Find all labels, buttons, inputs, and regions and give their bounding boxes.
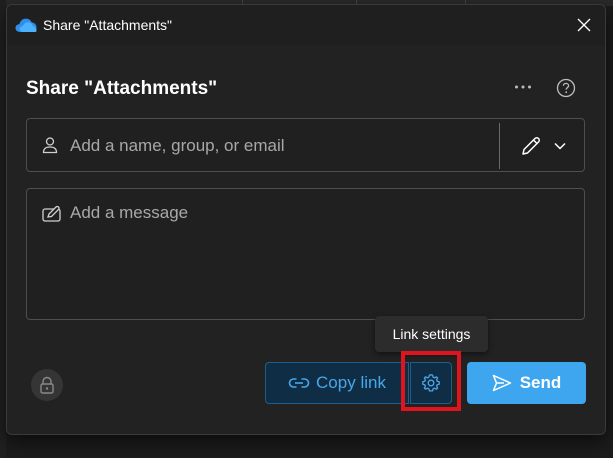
permission-dropdown-button[interactable] (509, 127, 577, 165)
lock-icon (40, 376, 54, 394)
message-field (26, 188, 585, 320)
recipient-input[interactable] (70, 133, 490, 159)
onedrive-cloud-icon (15, 18, 37, 32)
send-button[interactable]: Send (467, 362, 586, 404)
message-input[interactable] (70, 203, 570, 303)
link-settings-tooltip: Link settings (375, 316, 488, 352)
more-horizontal-icon (515, 85, 531, 89)
person-icon (42, 137, 58, 154)
recipient-divider (499, 123, 500, 169)
dialog-heading: Share "Attachments" (26, 78, 218, 99)
copy-link-button[interactable]: Copy link (265, 362, 409, 404)
dialog-content: Share "Attachments" Add a name, group, o… (7, 45, 605, 434)
help-icon (556, 78, 576, 98)
compose-message-icon (42, 205, 61, 222)
copy-link-label: Copy link (316, 373, 386, 392)
more-options-button[interactable] (509, 75, 537, 99)
link-settings-button[interactable] (410, 362, 452, 404)
help-button[interactable] (553, 75, 579, 101)
share-dialog-window: Share "Attachments" Share "Attachments" (6, 4, 606, 435)
close-icon (577, 18, 591, 32)
gear-icon (422, 374, 440, 392)
recipient-field (26, 118, 585, 172)
send-label: Send (519, 373, 562, 392)
chevron-down-icon (554, 142, 566, 150)
link-icon (288, 378, 310, 388)
close-button[interactable] (573, 14, 595, 36)
send-icon (492, 374, 511, 392)
pencil-icon (522, 137, 540, 155)
title-bar: Share "Attachments" (7, 5, 605, 45)
window-title: Share "Attachments" (43, 17, 173, 33)
lock-button[interactable] (31, 369, 63, 401)
